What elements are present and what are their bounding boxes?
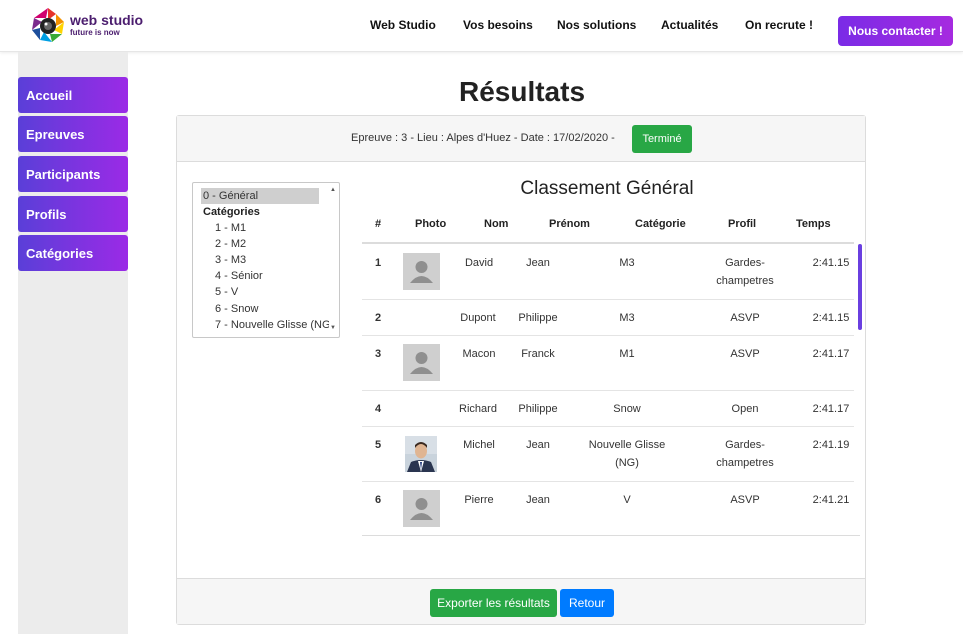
cell-rank: 2 <box>375 312 382 324</box>
nav-link-web-studio[interactable]: Web Studio <box>370 18 436 32</box>
cell-categorie: M3 <box>619 257 635 269</box>
nav-link-actualites[interactable]: Actualités <box>661 18 718 32</box>
cell-rank: 4 <box>375 403 382 415</box>
brand-tagline: future is now <box>70 28 120 37</box>
nav-link-vos-besoins[interactable]: Vos besoins <box>463 18 533 32</box>
back-button[interactable]: Retour <box>560 589 614 617</box>
portrait-photo <box>405 436 437 472</box>
cell-rank: 1 <box>375 257 382 269</box>
category-option[interactable]: 7 - Nouvelle Glisse (NG) <box>215 319 329 331</box>
sidebar-item-epreuves[interactable]: Epreuves <box>18 116 128 152</box>
cell-nom: Michel <box>463 439 495 451</box>
column-header-temps: Temps <box>796 218 831 230</box>
cell-profil: Gardes-champetres <box>716 257 774 287</box>
cell-prenom: Philippe <box>518 312 558 324</box>
category-option[interactable]: 3 - M3 <box>215 254 246 266</box>
cell-temps: 2:41.17 <box>812 403 850 415</box>
column-header-prenom: Prénom <box>549 218 590 230</box>
column-header-profil: Profil <box>728 218 757 230</box>
select-scrollbar[interactable]: ▲ ▼ <box>329 185 337 335</box>
category-option[interactable]: 1 - M1 <box>215 222 246 234</box>
column-header-rank: # <box>375 218 382 230</box>
sidebar-item-accueil[interactable]: Accueil <box>18 77 128 113</box>
cell-nom: David <box>464 257 494 269</box>
cell-categorie: M1 <box>619 348 635 360</box>
nav-link-nos-solutions[interactable]: Nos solutions <box>557 18 636 32</box>
cell-profil: Gardes-champetres <box>716 439 774 469</box>
ranking-title: Classement Général <box>520 178 694 199</box>
cell-nom: Richard <box>459 403 497 415</box>
cell-prenom: Franck <box>521 348 555 360</box>
page-title: Résultats <box>458 76 586 107</box>
sidebar-item-categories[interactable]: Catégories <box>18 235 128 271</box>
category-group-label: Catégories <box>203 206 260 218</box>
status-badge[interactable]: Terminé <box>632 125 692 153</box>
web-studio-logo-icon[interactable] <box>28 6 68 46</box>
category-option[interactable]: 6 - Snow <box>215 303 258 315</box>
cell-categorie: V <box>623 494 631 506</box>
column-header-photo: Photo <box>415 218 447 230</box>
cell-nom: Pierre <box>464 494 494 506</box>
cell-temps: 2:41.15 <box>812 257 850 269</box>
cell-rank: 3 <box>375 348 382 360</box>
card-footer: Exporter les résultats Retour <box>177 578 865 624</box>
cell-temps: 2:41.19 <box>812 439 850 451</box>
cell-categorie: Snow <box>613 403 641 415</box>
top-navbar: web studio future is now Web Studio Vos … <box>0 0 963 52</box>
cell-temps: 2:41.15 <box>812 312 850 324</box>
event-info: Epreuve : 3 - Lieu : Alpes d'Huez - Date… <box>351 132 615 144</box>
cell-categorie: M3 <box>619 312 635 324</box>
cell-rank: 6 <box>375 494 382 506</box>
contact-button[interactable]: Nous contacter ! <box>838 16 953 46</box>
cell-nom: Macon <box>462 348 496 360</box>
cell-prenom: Jean <box>526 439 550 451</box>
column-header-categorie: Catégorie <box>635 218 686 230</box>
scroll-down-icon[interactable]: ▼ <box>330 325 336 331</box>
export-results-button[interactable]: Exporter les résultats <box>430 589 557 617</box>
cell-temps: 2:41.21 <box>812 494 850 506</box>
cell-prenom: Jean <box>526 257 550 269</box>
cell-profil: ASVP <box>730 312 760 324</box>
cell-profil: Open <box>731 403 759 415</box>
avatar-placeholder-icon <box>403 253 440 290</box>
cell-prenom: Jean <box>526 494 550 506</box>
category-option[interactable]: 2 - M2 <box>215 238 246 250</box>
cell-profil: ASVP <box>730 494 760 506</box>
brand-name: web studio <box>70 12 144 28</box>
card-header: Epreuve : 3 - Lieu : Alpes d'Huez - Date… <box>177 116 865 162</box>
sidebar-item-participants[interactable]: Participants <box>18 156 128 192</box>
category-option[interactable]: 5 - V <box>215 286 238 298</box>
column-header-nom: Nom <box>484 218 509 230</box>
sidebar: Accueil Epreuves Participants Profils Ca… <box>18 52 128 634</box>
avatar-placeholder-icon <box>403 490 440 527</box>
cell-categorie: Nouvelle Glisse (NG) <box>588 439 666 469</box>
cell-rank: 5 <box>375 439 382 451</box>
cell-profil: ASVP <box>730 348 760 360</box>
nav-link-on-recrute[interactable]: On recrute ! <box>745 18 813 32</box>
avatar-placeholder-icon <box>403 344 440 381</box>
cell-temps: 2:41.17 <box>812 348 850 360</box>
category-select[interactable]: 0 - Général Catégories 1 - M1 2 - M2 3 -… <box>192 182 340 338</box>
sidebar-item-profils[interactable]: Profils <box>18 196 128 232</box>
scroll-up-icon[interactable]: ▲ <box>330 187 336 193</box>
cell-nom: Dupont <box>460 312 496 324</box>
category-option-general[interactable]: 0 - Général <box>201 188 319 204</box>
table-scrollbar[interactable] <box>858 244 862 330</box>
cell-prenom: Philippe <box>518 403 558 415</box>
category-option[interactable]: 4 - Sénior <box>215 270 263 282</box>
